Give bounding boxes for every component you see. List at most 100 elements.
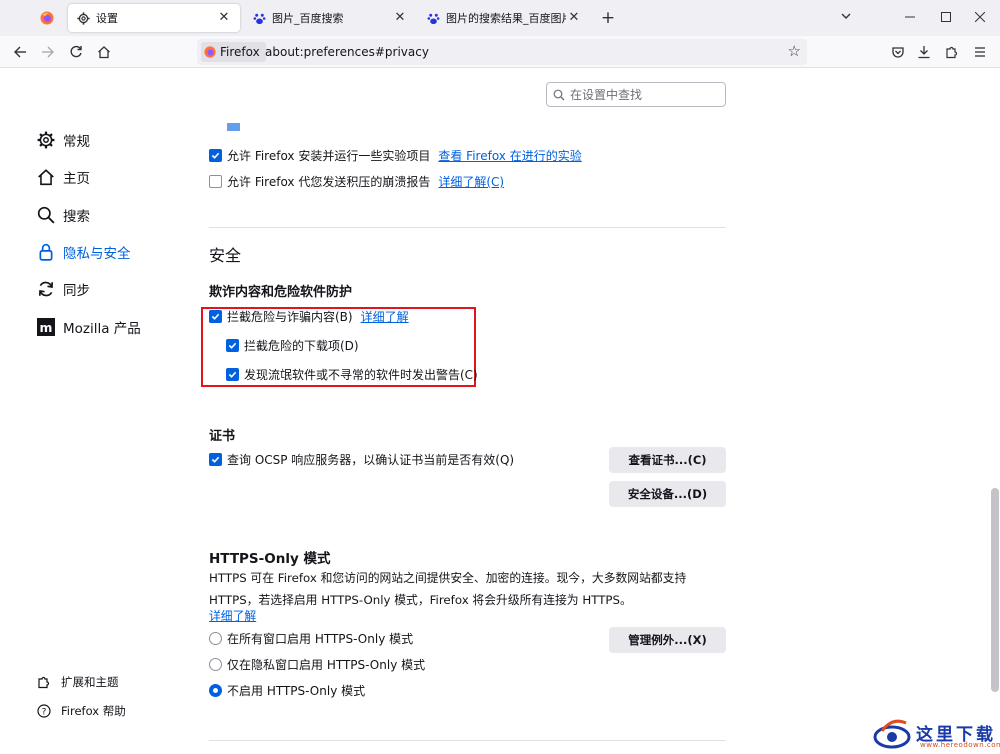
- svg-text:?: ?: [42, 708, 47, 718]
- identity-box[interactable]: Firefox: [201, 42, 266, 62]
- https-only-learn-more[interactable]: 详细了解: [209, 605, 256, 627]
- https-private-windows-radio[interactable]: [209, 658, 222, 671]
- sidebar-item-label: 扩展和主题: [61, 675, 119, 689]
- crash-reports-link[interactable]: 详细了解(C): [438, 173, 504, 190]
- security-devices-button[interactable]: 安全设备...(D): [609, 481, 726, 507]
- address-bar[interactable]: Firefox about:preferences#privacy ☆: [197, 39, 807, 65]
- preferences-page: 在设置中查找 常规 主页 搜索 隐私与安全 同步 m Mozilla 产品 扩展…: [0, 69, 1000, 754]
- studies-label: 允许 Firefox 安装并运行一些实验项目: [227, 149, 431, 163]
- firefox-logo-icon: [204, 46, 216, 58]
- lock-icon: [36, 242, 56, 262]
- search-icon: [553, 89, 565, 101]
- warn-unwanted-checkbox[interactable]: [226, 368, 239, 381]
- checkbox: [227, 123, 240, 131]
- block-dangerous-row: 拦截危险与诈骗内容(B) 详细了解: [209, 308, 409, 325]
- tab-strip: 设置 ✕ 图片_百度搜索 ✕ 图片的搜索结果_百度图片搜索 ✕ +: [0, 0, 1000, 36]
- help-icon: ?: [36, 703, 52, 719]
- reload-icon[interactable]: [64, 40, 88, 64]
- watermark-url: www.hereodown.com: [920, 741, 1000, 749]
- forward-arrow-icon[interactable]: [36, 40, 60, 64]
- ocsp-label: 查询 OCSP 响应服务器，以确认证书当前是否有效(Q): [227, 453, 515, 467]
- studies-link[interactable]: 查看 Firefox 在进行的实验: [438, 147, 581, 164]
- back-arrow-icon[interactable]: [8, 40, 32, 64]
- block-dangerous-checkbox[interactable]: [209, 310, 222, 323]
- studies-row: 允许 Firefox 安装并运行一些实验项目 查看 Firefox 在进行的实验: [209, 147, 582, 164]
- block-downloads-row: 拦截危险的下载项(D): [226, 337, 359, 354]
- https-only-description-line1: HTTPS 可在 Firefox 和您访问的网站之间提供安全、加密的连接。现今，…: [209, 571, 687, 585]
- radio-label: 仅在隐私窗口启用 HTTPS-Only 模式: [227, 658, 426, 672]
- sidebar-item-home[interactable]: 主页: [36, 165, 90, 189]
- sidebar-item-label: 隐私与安全: [63, 246, 131, 262]
- https-disabled-row: 不启用 HTTPS-Only 模式: [209, 682, 365, 699]
- tab-baidu-search[interactable]: 图片_百度搜索 ✕: [244, 4, 416, 32]
- tab-title: 图片_百度搜索: [272, 12, 344, 25]
- page-scrollbar[interactable]: [988, 69, 1000, 754]
- radio-label: 不启用 HTTPS-Only 模式: [227, 684, 366, 698]
- manage-exceptions-button[interactable]: 管理例外...(X): [609, 627, 726, 653]
- crash-reports-row: 允许 Firefox 代您发送积压的崩溃报告 详细了解(C): [209, 173, 504, 190]
- downloads-icon[interactable]: [912, 40, 936, 64]
- search-icon: [36, 205, 56, 225]
- sidebar-item-label: 常规: [63, 134, 90, 150]
- sidebar-item-mozilla[interactable]: m Mozilla 产品: [36, 315, 141, 339]
- maximize-icon[interactable]: [934, 6, 958, 30]
- identity-label: Firefox: [220, 45, 260, 59]
- sidebar-item-label: Firefox 帮助: [61, 704, 126, 718]
- close-icon[interactable]: ✕: [566, 10, 582, 26]
- clipped-row: [209, 123, 245, 131]
- minimize-icon[interactable]: [898, 6, 922, 30]
- sidebar-item-label: 同步: [63, 283, 90, 299]
- block-dangerous-learn-more[interactable]: 详细了解: [361, 308, 409, 325]
- crash-reports-checkbox[interactable]: [209, 175, 222, 188]
- home-icon[interactable]: [92, 40, 116, 64]
- https-only-heading: HTTPS-Only 模式: [209, 551, 331, 567]
- block-dangerous-label: 拦截危险与诈骗内容(B): [227, 310, 353, 324]
- scrollbar-thumb[interactable]: [991, 488, 999, 692]
- warn-unwanted-row: 发现流氓软件或不寻常的软件时发出警告(C): [226, 366, 478, 383]
- https-disabled-radio[interactable]: [209, 684, 222, 697]
- search-placeholder: 在设置中查找: [570, 88, 643, 102]
- https-all-windows-radio[interactable]: [209, 632, 222, 645]
- https-private-windows-row: 仅在隐私窗口启用 HTTPS-Only 模式: [209, 656, 425, 673]
- sidebar-item-sync[interactable]: 同步: [36, 277, 90, 301]
- close-icon[interactable]: ✕: [216, 10, 232, 26]
- tab-title: 设置: [96, 12, 118, 25]
- ocsp-checkbox[interactable]: [209, 453, 222, 466]
- gear-icon: [76, 11, 90, 25]
- gear-icon: [36, 130, 56, 150]
- baidu-paw-icon: [252, 11, 266, 25]
- sidebar-item-general[interactable]: 常规: [36, 128, 90, 152]
- divider: [209, 740, 726, 741]
- radio-label: 在所有窗口启用 HTTPS-Only 模式: [227, 632, 414, 646]
- sidebar-item-search[interactable]: 搜索: [36, 203, 90, 227]
- certificates-heading: 证书: [209, 429, 236, 444]
- puzzle-icon: [36, 674, 52, 690]
- sidebar-item-label: 搜索: [63, 209, 90, 225]
- sidebar-item-addons[interactable]: 扩展和主题: [36, 674, 119, 690]
- studies-checkbox[interactable]: [209, 149, 222, 162]
- divider: [209, 227, 726, 228]
- menu-hamburger-icon[interactable]: [968, 40, 992, 64]
- new-tab-plus-icon[interactable]: +: [596, 6, 620, 30]
- window-close-icon[interactable]: [968, 6, 992, 30]
- tab-baidu-images[interactable]: 图片的搜索结果_百度图片搜索 ✕: [418, 4, 590, 32]
- block-downloads-checkbox[interactable]: [226, 339, 239, 352]
- home-icon: [36, 167, 56, 187]
- list-all-tabs-chevron-icon[interactable]: [834, 6, 858, 30]
- baidu-paw-icon: [426, 11, 440, 25]
- tab-settings[interactable]: 设置 ✕: [68, 4, 240, 32]
- sidebar-item-help[interactable]: ? Firefox 帮助: [36, 703, 126, 719]
- url-text[interactable]: about:preferences#privacy: [265, 45, 429, 59]
- settings-search-input[interactable]: 在设置中查找: [546, 82, 726, 107]
- crash-reports-label: 允许 Firefox 代您发送积压的崩溃报告: [227, 175, 431, 189]
- sidebar-item-privacy[interactable]: 隐私与安全: [36, 240, 131, 264]
- close-icon[interactable]: ✕: [392, 10, 408, 26]
- tab-firefox-view[interactable]: [34, 4, 60, 32]
- ocsp-row: 查询 OCSP 响应服务器，以确认证书当前是否有效(Q): [209, 451, 514, 468]
- bookmark-star-icon[interactable]: ☆: [788, 42, 801, 60]
- extensions-puzzle-icon[interactable]: [940, 40, 964, 64]
- view-certificates-button[interactable]: 查看证书...(C): [609, 447, 726, 473]
- watermark-swirl-icon: [873, 719, 911, 748]
- pocket-icon[interactable]: [886, 40, 910, 64]
- security-section-title: 安全: [209, 246, 242, 265]
